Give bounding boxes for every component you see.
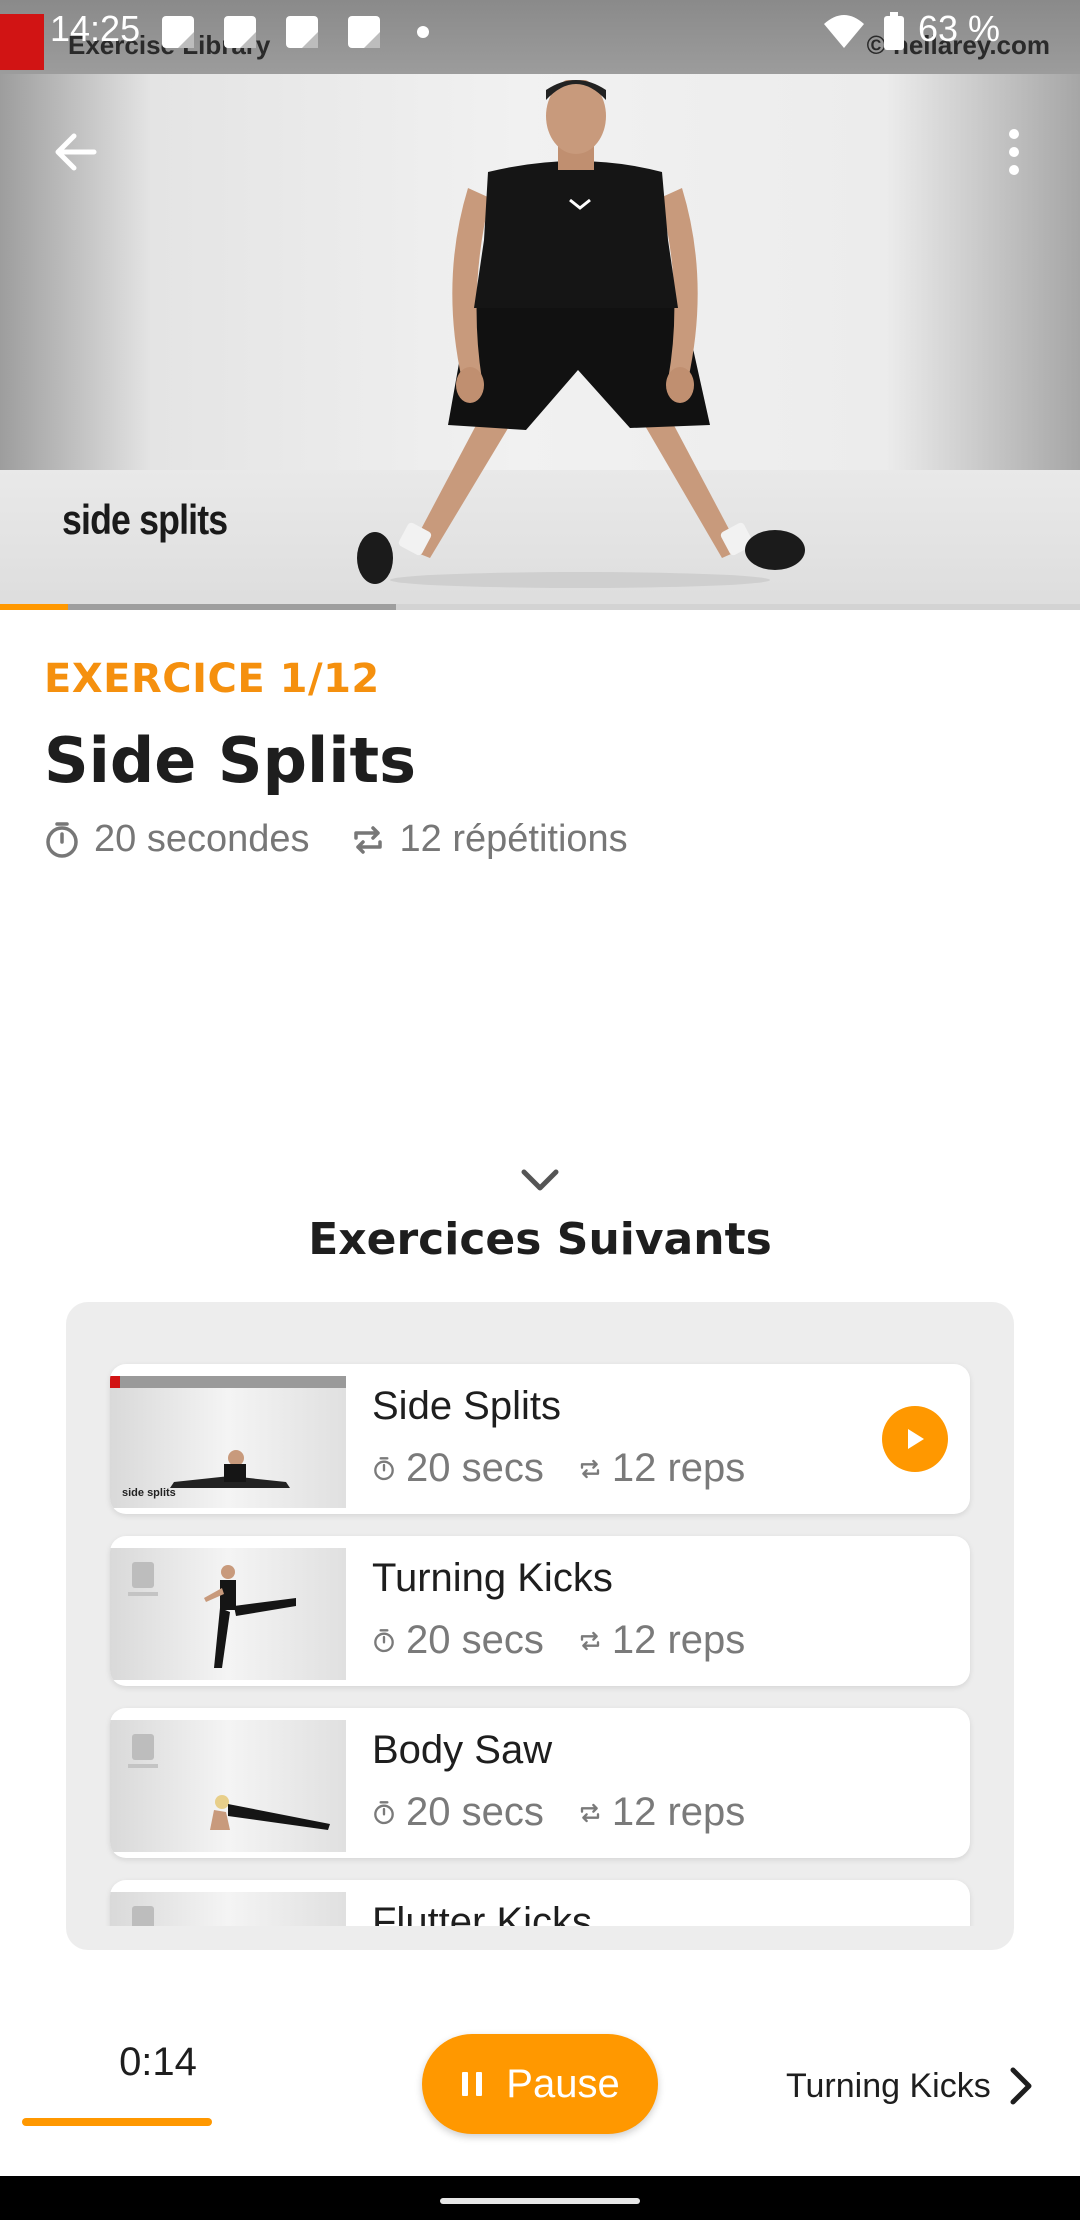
- list-item-duration: 20 secs: [372, 1618, 544, 1663]
- list-item-name: Body Saw: [372, 1728, 553, 1772]
- repetitions-text: 12 répétitions: [399, 818, 628, 860]
- next-exercises-list[interactable]: side splits Side Splits 20 secs 12 reps: [66, 1302, 1014, 1950]
- list-item-name: Side Splits: [372, 1384, 561, 1428]
- exercise-thumbnail-image: [128, 1562, 296, 1668]
- next-exercise-label: Turning Kicks: [786, 2066, 991, 2105]
- notification-icon: [348, 16, 380, 48]
- status-time: 14:25: [50, 8, 141, 49]
- video-caption: side splits: [62, 496, 228, 543]
- system-navigation-bar: [0, 2176, 1080, 2220]
- notification-icon: [224, 16, 256, 48]
- more-options-button[interactable]: [982, 120, 1046, 184]
- list-item-duration-text: 20 secs: [406, 1790, 544, 1834]
- more-notifications-dot: [417, 26, 429, 38]
- list-item[interactable]: Body Saw 20 secs 12 reps: [110, 1708, 970, 1858]
- stopwatch-icon: [374, 1628, 394, 1652]
- exercise-thumbnail-image: [128, 1734, 330, 1830]
- notification-icon: [286, 16, 318, 48]
- elapsed-timer: 0:14: [119, 2040, 197, 2084]
- next-exercise-button[interactable]: Turning Kicks: [786, 2054, 1035, 2118]
- status-bar: 14:25 63 %: [0, 0, 1080, 64]
- list-item-reps: 12 reps: [578, 1446, 745, 1491]
- svg-text:side splits: side splits: [122, 1487, 176, 1499]
- video-played-fill: [0, 604, 69, 610]
- repeat-icon: [353, 825, 382, 854]
- exercise-thumbnail: [110, 1548, 346, 1680]
- list-item-stats: 20 secs 12 reps: [372, 1618, 779, 1663]
- back-button[interactable]: [44, 120, 108, 184]
- exercise-video[interactable]: Exercise Library © nellarey.com side spl…: [0, 0, 1080, 610]
- list-item[interactable]: side splits Side Splits 20 secs 12 reps: [110, 1364, 970, 1514]
- exercise-title: Side Splits: [44, 724, 416, 797]
- next-exercises-heading: Exercices Suivants: [308, 1214, 772, 1265]
- wifi-icon: [824, 15, 864, 48]
- exercise-thumbnail: side splits: [110, 1376, 346, 1508]
- video-progress-bar[interactable]: [0, 604, 1080, 610]
- exercise-thumbnail: [110, 1892, 346, 1926]
- list-item-reps-text: 12 reps: [611, 1790, 746, 1834]
- battery-percent: 63 %: [918, 8, 1001, 49]
- repeat-icon: [580, 1803, 600, 1822]
- list-item[interactable]: Flutter Kicks: [110, 1880, 970, 1926]
- list-item-name: Flutter Kicks: [372, 1900, 593, 1926]
- next-exercises-scroll[interactable]: side splits Side Splits 20 secs 12 reps: [66, 1302, 1014, 1926]
- list-item-reps-text: 12 reps: [611, 1618, 746, 1662]
- list-item-name: Turning Kicks: [372, 1556, 613, 1600]
- list-item-stats: 20 secs 12 reps: [372, 1790, 779, 1835]
- exercise-counter: EXERCICE 1/12: [44, 656, 380, 702]
- list-item-reps-text: 12 reps: [611, 1446, 746, 1490]
- stopwatch-icon: [374, 1456, 394, 1480]
- arrow-left-icon: [55, 133, 97, 171]
- list-item-reps: 12 reps: [578, 1618, 745, 1663]
- duration-text: 20 secondes: [94, 818, 310, 860]
- duration-info: 20 secondes: [44, 818, 310, 861]
- play-button[interactable]: [882, 1406, 948, 1472]
- timer-progress-bar: [22, 2118, 212, 2126]
- exercise-meta: 20 secondes 12 répétitions: [44, 818, 668, 861]
- repetitions-info: 12 répétitions: [350, 818, 628, 861]
- battery-icon: [884, 12, 904, 50]
- list-item[interactable]: Turning Kicks 20 secs 12 reps: [110, 1536, 970, 1686]
- chevron-down-icon[interactable]: [516, 1164, 564, 1196]
- play-icon: [908, 1429, 924, 1449]
- stopwatch-icon: [374, 1800, 394, 1824]
- pause-icon: [462, 2072, 483, 2096]
- pause-button[interactable]: Pause: [422, 2034, 658, 2134]
- more-vert-icon: [1009, 129, 1019, 175]
- list-item-duration: 20 secs: [372, 1790, 544, 1835]
- list-item-stats: 20 secs 12 reps: [372, 1446, 779, 1491]
- notification-icon: [162, 16, 194, 48]
- list-item-reps: 12 reps: [578, 1790, 745, 1835]
- home-gesture-handle[interactable]: [440, 2198, 640, 2204]
- list-item-duration-text: 20 secs: [406, 1446, 544, 1490]
- pause-label: Pause: [506, 2061, 620, 2106]
- repeat-icon: [580, 1459, 600, 1478]
- stopwatch-icon: [46, 821, 78, 858]
- repeat-icon: [580, 1631, 600, 1650]
- list-item-duration-text: 20 secs: [406, 1618, 544, 1662]
- exercise-person-illustration: [357, 80, 805, 588]
- list-item-duration: 20 secs: [372, 1446, 544, 1491]
- exercise-thumbnail-image: [132, 1906, 154, 1926]
- chevron-right-icon: [1010, 2067, 1032, 2105]
- exercise-thumbnail-image: side splits: [110, 1376, 346, 1499]
- exercise-thumbnail: [110, 1720, 346, 1852]
